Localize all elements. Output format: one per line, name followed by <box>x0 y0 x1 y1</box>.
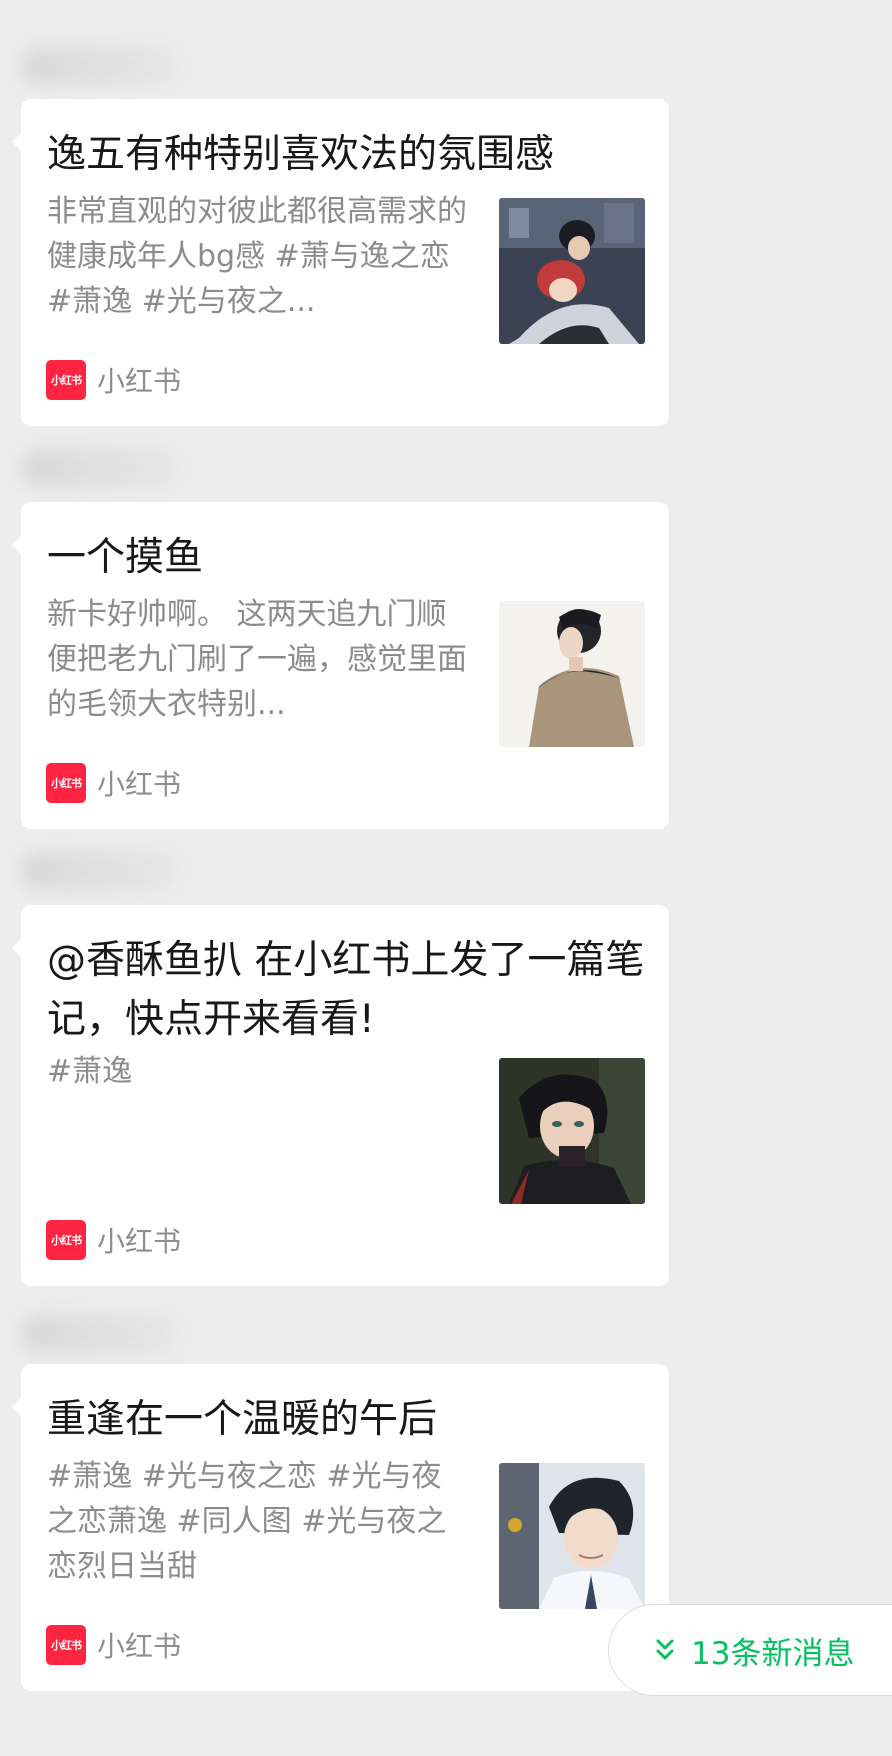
thumbnail-image <box>499 1463 645 1609</box>
new-messages-label: 13条新消息 <box>691 1635 855 1672</box>
shared-link-card[interactable]: 逸五有种特别喜欢法的氛围感 非常直观的对彼此都很高需求的健康成年人bg感 #萧与… <box>12 99 669 426</box>
xiaohongshu-logo-icon: 小红书 <box>46 1625 86 1665</box>
xiaohongshu-logo-icon: 小红书 <box>46 360 86 400</box>
card-description: #萧逸 #光与夜之恋 #光与夜之恋萧逸 #同人图 #光与夜之恋烈日当甜 <box>47 1459 447 1584</box>
card-description: 新卡好帅啊。 这两天追九门顺便把老九门刷了一遍，感觉里面的毛领大衣特别... <box>47 597 467 722</box>
source-name: 小红书 <box>97 768 182 801</box>
new-messages-button[interactable]: 13条新消息 <box>608 1604 892 1696</box>
card-title: 重逢在一个温暖的午后 <box>47 1397 438 1442</box>
xiaohongshu-logo-icon: 小红书 <box>46 1220 86 1260</box>
shared-link-card[interactable]: 重逢在一个温暖的午后 #萧逸 #光与夜之恋 #光与夜之恋萧逸 #同人图 #光与夜… <box>12 1364 669 1691</box>
thumbnail-image <box>499 1058 645 1204</box>
card-title: @香酥鱼扒 在小红书上发了一篇笔记，快点开来看看! <box>47 938 645 1042</box>
sender-name-blurred <box>20 46 180 86</box>
card-description: 非常直观的对彼此都很高需求的健康成年人bg感 #萧与逸之恋 #萧逸 #光与夜之.… <box>47 194 467 319</box>
source-row: 小红书 小红书 <box>46 763 181 803</box>
card-description: #萧逸 <box>47 1054 133 1089</box>
thumbnail-image <box>499 198 645 344</box>
source-row: 小红书 小红书 <box>46 1220 181 1260</box>
xiaohongshu-logo-icon: 小红书 <box>46 763 86 803</box>
source-name: 小红书 <box>97 1225 182 1258</box>
card-title: 逸五有种特别喜欢法的氛围感 <box>47 132 555 177</box>
shared-link-card[interactable]: 一个摸鱼 新卡好帅啊。 这两天追九门顺便把老九门刷了一遍，感觉里面的毛领大衣特别… <box>12 502 669 829</box>
sender-name-blurred <box>20 1314 180 1354</box>
sender-name-blurred <box>20 851 180 891</box>
thumbnail-image <box>499 601 645 747</box>
card-title: 一个摸鱼 <box>47 535 204 580</box>
source-row: 小红书 小红书 <box>46 360 181 400</box>
shared-link-card[interactable]: @香酥鱼扒 在小红书上发了一篇笔记，快点开来看看! #萧逸 小红书 小红书 <box>12 905 669 1286</box>
sender-name-blurred <box>20 448 180 488</box>
source-name: 小红书 <box>97 365 182 398</box>
source-name: 小红书 <box>97 1630 182 1663</box>
double-chevron-down-icon <box>656 1639 674 1660</box>
source-row: 小红书 小红书 <box>46 1625 181 1665</box>
